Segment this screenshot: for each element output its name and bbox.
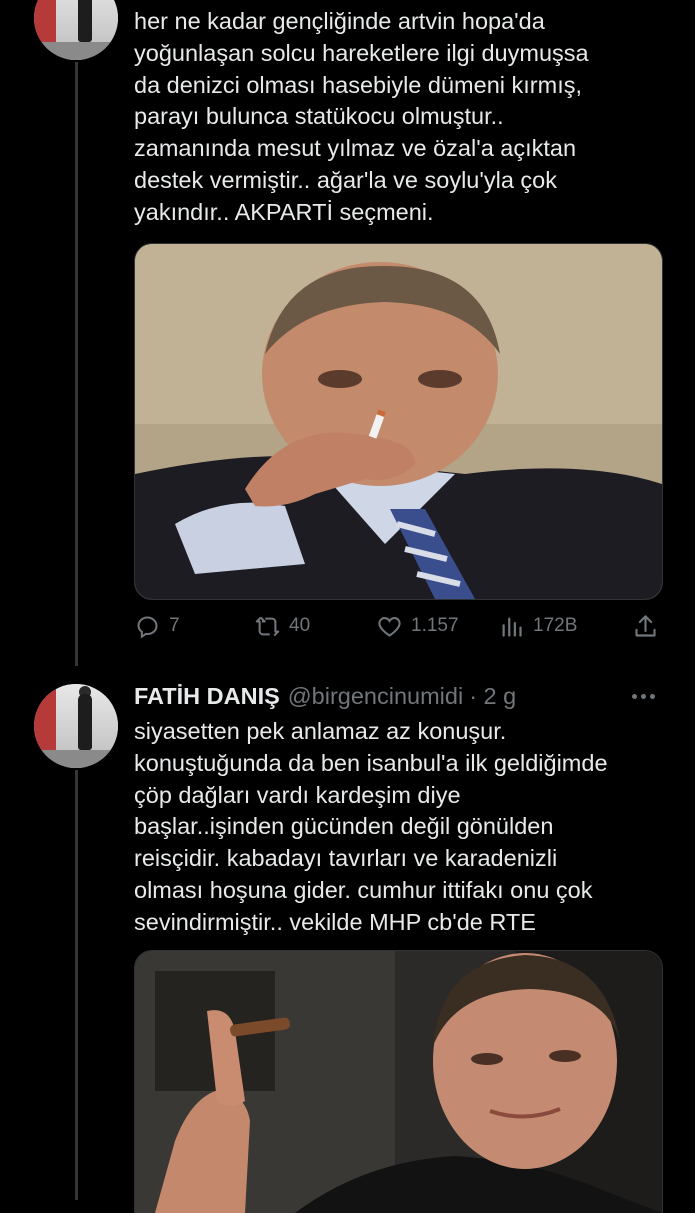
- views-count: 172B: [533, 615, 578, 636]
- avatar[interactable]: [34, 684, 118, 768]
- tweet-header: FATİH DANIŞ @birgencinumidi · 2 g: [134, 680, 516, 712]
- more-options-icon[interactable]: [626, 684, 660, 708]
- tweet-photo[interactable]: [134, 950, 663, 1213]
- thread-connector: [75, 62, 78, 666]
- like-button[interactable]: 1.157: [376, 606, 459, 646]
- author-handle[interactable]: @birgencinumidi: [288, 683, 463, 710]
- retweet-button[interactable]: 40: [254, 606, 310, 646]
- author-name[interactable]: FATİH DANIŞ: [134, 683, 280, 710]
- reply-icon: [137, 615, 158, 639]
- tweet-photo[interactable]: [134, 243, 663, 600]
- views-icon: [502, 617, 522, 637]
- tweet-text: siyasetten pek anlamaz az konuşur. konuş…: [134, 718, 608, 935]
- share-button[interactable]: [632, 606, 659, 646]
- reply-button[interactable]: 7: [134, 606, 180, 646]
- reply-count: 7: [169, 615, 180, 636]
- tweet-time[interactable]: · 2 g: [469, 683, 516, 710]
- heart-icon: [378, 616, 401, 637]
- tweet-text: her ne kadar gençliğinde artvin hopa'da …: [134, 8, 589, 225]
- share-icon: [635, 614, 656, 637]
- like-count: 1.157: [411, 615, 459, 636]
- retweet-count: 40: [289, 615, 311, 636]
- views-button[interactable]: 172B: [498, 606, 577, 646]
- tweet-action-bar: 7 40 1.157 172B: [134, 606, 661, 646]
- retweet-icon: [255, 616, 280, 636]
- avatar[interactable]: [34, 0, 118, 60]
- thread-connector: [75, 770, 78, 1200]
